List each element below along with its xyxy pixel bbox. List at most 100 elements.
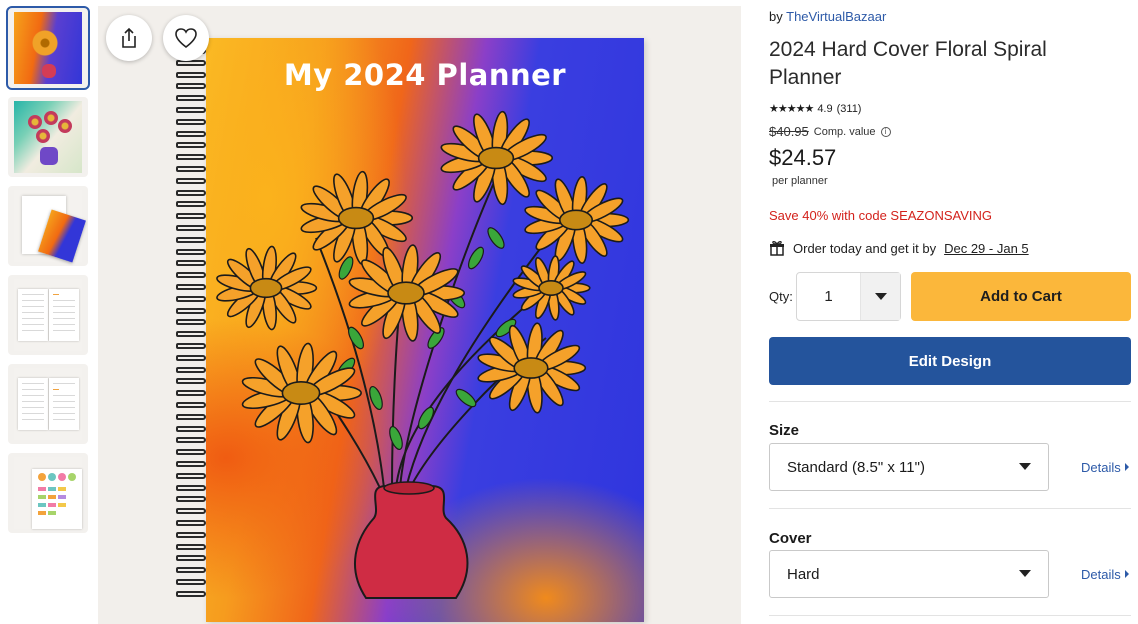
details-label: Details	[1081, 567, 1121, 582]
spiral-ring	[176, 543, 206, 550]
spiral-ring	[176, 284, 206, 290]
spiral-ring	[176, 319, 206, 326]
spiral-ring	[176, 83, 206, 90]
comp-value: $40.95 Comp. value i	[769, 124, 891, 139]
size-select[interactable]: Standard (8.5" x 11")	[769, 443, 1049, 491]
spiral-ring	[176, 201, 206, 208]
comp-label: Comp. value	[813, 125, 876, 138]
thumbnail-stickers[interactable]	[8, 453, 88, 533]
spiral-ring	[176, 590, 206, 597]
spiral-binding	[172, 48, 206, 608]
spiral-ring	[176, 366, 206, 373]
qty-select[interactable]: 1	[796, 272, 901, 321]
cover-value: Hard	[787, 565, 820, 583]
flower	[440, 110, 554, 206]
promo-text: Save 40% with code SEAZONSAVING	[769, 208, 993, 223]
spiral-ring	[176, 449, 206, 456]
info-icon[interactable]: i	[880, 126, 891, 137]
product-title: 2024 Hard Cover Floral Spiral Planner	[769, 38, 1047, 89]
qty-dropdown-button[interactable]	[861, 273, 900, 320]
spiral-ring	[176, 520, 206, 526]
spiral-ring	[176, 496, 206, 503]
spiral-ring	[176, 142, 206, 149]
cover-label: Cover	[769, 530, 812, 547]
qty-value[interactable]: 1	[797, 273, 861, 320]
floral-vase-artwork	[216, 110, 630, 599]
chevron-down-icon	[1019, 570, 1031, 577]
spiral-ring	[176, 213, 206, 220]
spiral-ring	[176, 508, 206, 515]
spiral-ring	[176, 236, 206, 243]
cover-select[interactable]: Hard	[769, 550, 1049, 598]
spiral-ring	[176, 425, 206, 432]
product-image: My 2024 Planner	[98, 6, 741, 624]
edit-design-button[interactable]: Edit Design	[769, 337, 1131, 385]
spiral-ring	[176, 437, 206, 444]
price: $24.57	[769, 145, 837, 170]
thumbnail-inside-pages[interactable]	[8, 275, 88, 355]
spiral-ring	[176, 107, 206, 113]
spiral-ring	[176, 260, 206, 267]
planner-cover-title: My 2024 Planner	[283, 58, 567, 92]
price-unit: per planner	[772, 175, 828, 187]
spiral-ring	[176, 472, 206, 479]
spiral-ring	[176, 154, 206, 161]
flower	[241, 342, 362, 444]
spiral-ring	[176, 95, 206, 102]
thumbnail-floral-art[interactable]	[8, 97, 88, 177]
divider	[769, 615, 1131, 616]
share-button[interactable]	[106, 15, 152, 61]
spiral-ring	[176, 555, 206, 562]
spiral-ring	[176, 567, 206, 574]
divider	[769, 508, 1131, 509]
spiral-ring	[176, 225, 206, 231]
rating-value: 4.9	[817, 102, 833, 115]
gift-icon	[770, 241, 784, 256]
delivery-prefix: Order today and get it by	[793, 240, 937, 256]
spiral-ring	[176, 295, 206, 302]
comp-price: $40.95	[769, 124, 809, 139]
flower	[512, 255, 591, 321]
thumbnail-inside-spread[interactable]	[8, 364, 88, 444]
add-to-cart-button[interactable]: Add to Cart	[911, 272, 1131, 321]
spiral-ring	[176, 461, 206, 467]
qty-label: Qty:	[769, 289, 793, 304]
delivery-range-link[interactable]: Dec 29 - Jan 5	[944, 241, 1029, 256]
spiral-ring	[176, 390, 206, 397]
spiral-ring	[176, 248, 206, 255]
spiral-ring	[176, 354, 206, 361]
heart-icon	[175, 28, 197, 49]
size-details-link[interactable]: Details	[1081, 460, 1129, 475]
thumbnail-angled-view[interactable]	[8, 186, 88, 266]
details-label: Details	[1081, 460, 1121, 475]
spiral-ring	[176, 484, 206, 491]
review-count: (311)	[836, 102, 862, 115]
spiral-ring	[176, 343, 206, 349]
planner-cover: My 2024 Planner	[206, 38, 644, 622]
delivery-estimate: Order today and get it by Dec 29 - Jan 5	[769, 240, 1029, 256]
spiral-ring	[176, 189, 206, 196]
spiral-ring	[176, 272, 206, 279]
rating-stars-icon: ★★★★★	[769, 103, 814, 115]
spiral-ring	[176, 177, 206, 184]
seller-link[interactable]: TheVirtualBazaar	[786, 9, 886, 24]
size-label: Size	[769, 422, 800, 439]
spiral-ring	[176, 579, 206, 585]
spiral-ring	[176, 118, 206, 125]
caret-right-icon	[1124, 463, 1129, 471]
spiral-ring	[176, 307, 206, 314]
caret-right-icon	[1124, 570, 1129, 578]
spiral-ring	[176, 71, 206, 78]
seller-prefix: by	[769, 9, 783, 24]
spiral-ring	[176, 378, 206, 385]
favorite-button[interactable]	[163, 15, 209, 61]
rating-summary[interactable]: ★★★★★ 4.9 (311)	[769, 102, 862, 116]
cover-details-link[interactable]: Details	[1081, 567, 1129, 582]
spiral-ring	[176, 59, 206, 66]
share-icon	[122, 27, 136, 48]
spiral-ring	[176, 130, 206, 137]
spiral-ring	[176, 531, 206, 538]
thumbnail-cover-front[interactable]	[6, 6, 90, 90]
spiral-ring	[176, 331, 206, 338]
spiral-ring	[176, 413, 206, 420]
